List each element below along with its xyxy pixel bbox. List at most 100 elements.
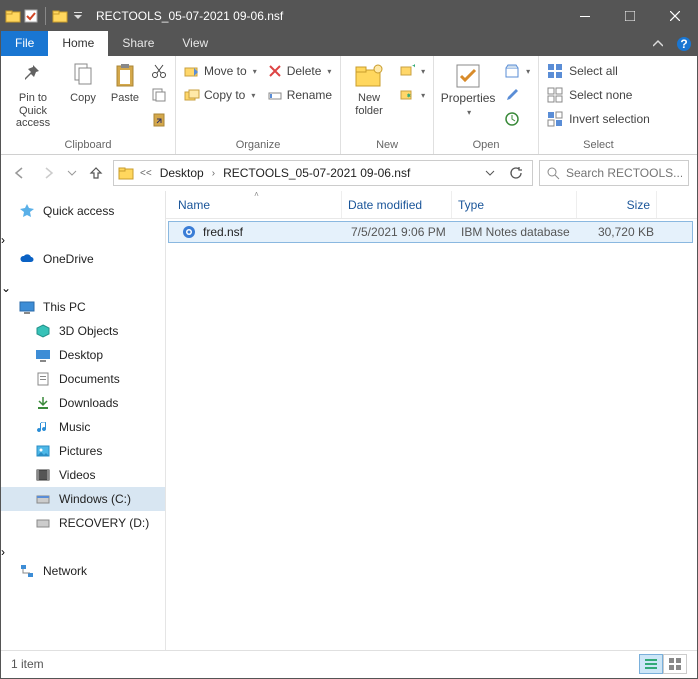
recent-locations-button[interactable]	[65, 162, 79, 184]
chevron-down-icon[interactable]: ⌄	[1, 281, 11, 295]
column-type[interactable]: Type	[452, 191, 577, 218]
paste-button[interactable]: Paste	[105, 58, 145, 109]
properties-button[interactable]: Properties ▾	[438, 58, 498, 122]
documents-icon	[35, 371, 51, 387]
open-button[interactable]: ▾	[500, 60, 534, 82]
cut-button[interactable]	[147, 60, 171, 82]
search-input[interactable]	[566, 166, 682, 180]
sidebar-quick-access[interactable]: Quick access	[1, 199, 165, 223]
column-name[interactable]: ˄Name	[172, 191, 342, 218]
paste-shortcut-button[interactable]	[147, 108, 171, 130]
nsf-file-icon	[181, 224, 197, 240]
chevron-down-icon: ▾	[327, 67, 331, 76]
up-button[interactable]	[85, 162, 107, 184]
videos-icon	[35, 467, 51, 483]
search-icon	[546, 166, 560, 180]
sidebar-windows-c[interactable]: Windows (C:)	[1, 487, 165, 511]
forward-button[interactable]	[37, 162, 59, 184]
refresh-button[interactable]	[504, 161, 528, 185]
drive-icon	[35, 515, 51, 531]
main-area: Quick access ›OneDrive ⌄This PC 3D Objec…	[1, 191, 697, 650]
column-size[interactable]: Size	[577, 191, 657, 218]
checkbox-icon[interactable]	[23, 8, 39, 24]
new-folder-button[interactable]: New folder	[345, 58, 393, 121]
navigation-pane: Quick access ›OneDrive ⌄This PC 3D Objec…	[1, 191, 166, 650]
copy-button[interactable]: Copy	[63, 58, 103, 109]
sidebar-3d-objects[interactable]: 3D Objects	[1, 319, 165, 343]
search-box[interactable]	[539, 160, 689, 186]
chevron-down-icon: ▾	[253, 67, 257, 76]
edit-icon	[504, 87, 520, 103]
chevron-down-icon: ▾	[467, 108, 471, 117]
music-icon	[35, 419, 51, 435]
address-dropdown-button[interactable]	[478, 161, 502, 185]
back-button[interactable]	[9, 162, 31, 184]
minimize-button[interactable]	[562, 1, 607, 31]
collapse-ribbon-button[interactable]	[645, 31, 671, 56]
view-tab[interactable]: View	[168, 31, 222, 56]
status-bar: 1 item	[1, 650, 697, 676]
edit-button[interactable]	[500, 84, 534, 106]
network-icon	[19, 563, 35, 579]
paste-shortcut-icon	[151, 111, 167, 127]
pc-icon	[19, 299, 35, 315]
close-button[interactable]	[652, 1, 697, 31]
new-item-button[interactable]: ✦▾	[395, 60, 429, 82]
sidebar-videos[interactable]: Videos	[1, 463, 165, 487]
file-tab[interactable]: File	[1, 31, 48, 56]
select-none-button[interactable]: Select none	[543, 84, 654, 106]
history-icon	[504, 111, 520, 127]
open-icon	[504, 63, 520, 79]
chevron-right-icon[interactable]: ›	[1, 545, 5, 559]
quick-access-toolbar	[1, 7, 90, 25]
copy-icon	[71, 62, 95, 90]
sidebar-onedrive[interactable]: OneDrive	[1, 247, 165, 271]
copy-to-button[interactable]: Copy to▾	[180, 84, 261, 106]
maximize-button[interactable]	[607, 1, 652, 31]
chevron-right-icon[interactable]: ›	[1, 233, 5, 247]
pin-to-quick-access-button[interactable]: Pin to Quick access	[5, 58, 61, 134]
sidebar-this-pc[interactable]: This PC	[1, 295, 165, 319]
breadcrumb-current[interactable]: RECTOOLS_05-07-2021 09-06.nsf	[221, 164, 412, 182]
rename-button[interactable]: Rename	[263, 84, 336, 106]
file-type: IBM Notes database	[455, 225, 580, 239]
open-group: Properties ▾ ▾ Open	[434, 56, 539, 154]
file-row[interactable]: fred.nsf 7/5/2021 9:06 PM IBM Notes data…	[168, 221, 693, 243]
share-tab[interactable]: Share	[108, 31, 168, 56]
history-button[interactable]	[500, 108, 534, 130]
copy-path-icon	[151, 87, 167, 103]
rename-icon	[267, 87, 283, 103]
invert-selection-icon	[547, 111, 563, 127]
properties-icon	[454, 62, 482, 90]
sidebar-desktop[interactable]: Desktop	[1, 343, 165, 367]
move-to-button[interactable]: Move to▾	[180, 60, 261, 82]
sidebar-music[interactable]: Music	[1, 415, 165, 439]
qat-dropdown-icon[interactable]	[70, 8, 86, 24]
address-bar[interactable]: << Desktop › RECTOOLS_05-07-2021 09-06.n…	[113, 160, 533, 186]
new-item-icon: ✦	[399, 63, 415, 79]
help-button[interactable]: ?	[671, 31, 697, 56]
chevron-down-icon: ▾	[421, 91, 425, 100]
file-list: ˄Name Date modified Type Size fred.nsf 7…	[166, 191, 697, 650]
copy-path-button[interactable]	[147, 84, 171, 106]
chevron-right-icon[interactable]: <<	[136, 168, 156, 179]
thumbnails-view-button[interactable]	[663, 654, 687, 674]
home-tab[interactable]: Home	[48, 31, 108, 56]
desktop-icon	[35, 347, 51, 363]
select-all-button[interactable]: Select all	[543, 60, 654, 82]
paste-icon	[113, 62, 137, 90]
delete-button[interactable]: Delete▾	[263, 60, 336, 82]
invert-selection-button[interactable]: Invert selection	[543, 108, 654, 130]
chevron-right-icon[interactable]: ›	[208, 168, 219, 179]
sidebar-pictures[interactable]: Pictures	[1, 439, 165, 463]
file-size: 30,720 KB	[580, 225, 660, 239]
sidebar-downloads[interactable]: Downloads	[1, 391, 165, 415]
sidebar-documents[interactable]: Documents	[1, 367, 165, 391]
sidebar-network[interactable]: Network	[1, 559, 165, 583]
details-view-button[interactable]	[639, 654, 663, 674]
sidebar-recovery-d[interactable]: RECOVERY (D:)	[1, 511, 165, 535]
column-headers: ˄Name Date modified Type Size	[166, 191, 697, 219]
easy-access-button[interactable]: ▾	[395, 84, 429, 106]
breadcrumb-desktop[interactable]: Desktop	[158, 164, 206, 182]
column-date[interactable]: Date modified	[342, 191, 452, 218]
